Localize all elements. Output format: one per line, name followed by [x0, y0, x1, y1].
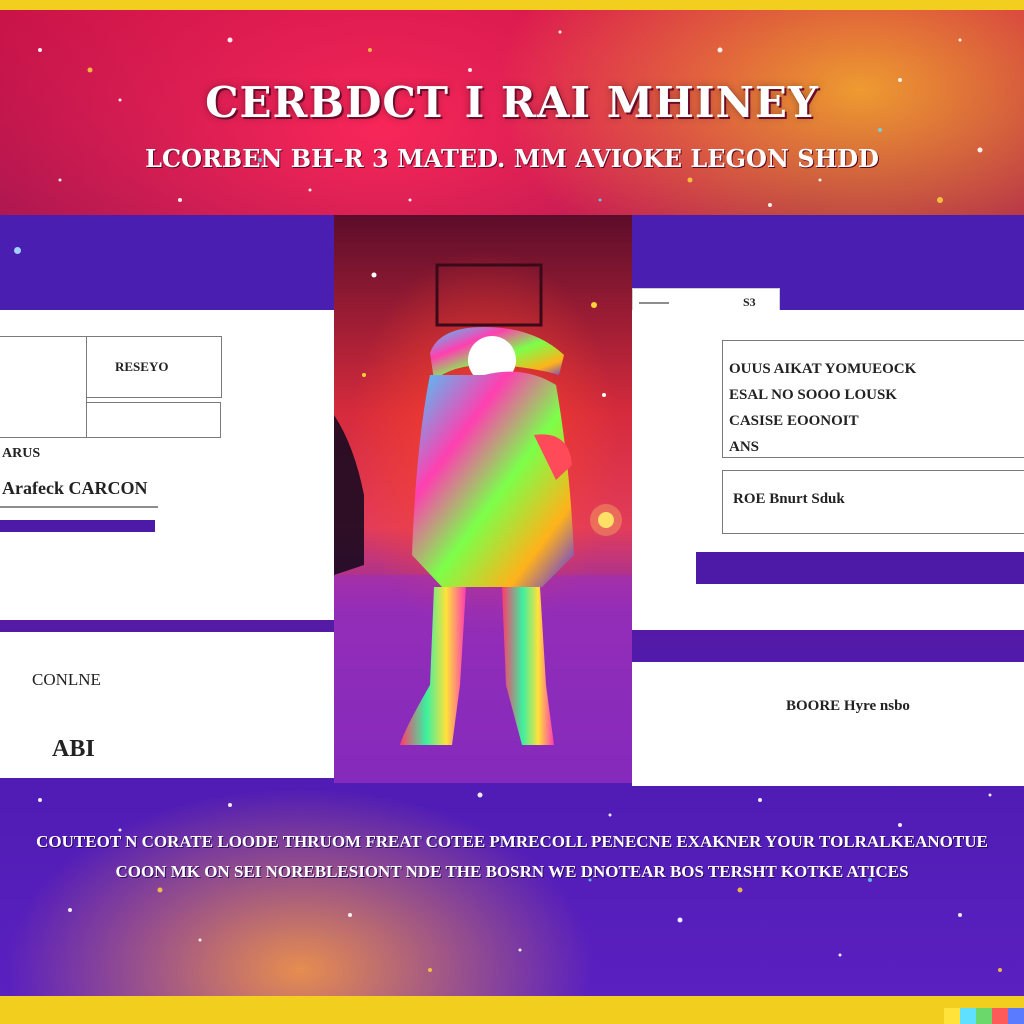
right-info-card: BOORE Hyre nsbo [632, 662, 1024, 786]
caption-bottom: Arafeck CARCON [2, 478, 148, 498]
right-form-card: OUUS AIKAT YOMUEOCK ESAL NO SOOO LOUSK C… [632, 310, 1024, 630]
cosmic-figure-illustration [334, 263, 632, 783]
image-placeholder-field[interactable] [0, 336, 87, 438]
tab-underline [639, 302, 669, 304]
message-textarea[interactable]: OUUS AIKAT YOMUEOCK ESAL NO SOOO LOUSK C… [722, 340, 1024, 458]
status-dot-icon [14, 247, 21, 254]
reseyo-field-label: RESEYO [115, 359, 169, 374]
hero-image [334, 215, 632, 783]
divider [0, 506, 158, 508]
page-frame: CERBDCT I RAI MHINEY LCORBEN BH-R 3 MATE… [0, 10, 1024, 996]
left-form-card: RESEYO ARUS Arafeck CARCON [0, 310, 334, 620]
text-input[interactable]: ROE Bnurt Sduk [722, 470, 1024, 534]
message-line-1: OUUS AIKAT YOMUEOCK [729, 361, 917, 377]
submit-button[interactable] [696, 552, 1024, 584]
page-subtitle: LCORBEN BH-R 3 MATED. MM AVIOKE LEGON SH… [145, 144, 879, 173]
reseyo-field[interactable]: RESEYO [86, 336, 222, 398]
secondary-field[interactable] [86, 402, 221, 438]
message-line-4: ANS [729, 439, 760, 455]
footer-text-line-2: COON MK ON SEI NOREBLESIONT NDE THE BOSR… [115, 862, 909, 881]
right-info-label: BOORE Hyre nsbo [786, 698, 910, 714]
left-info-label: CONLNE [32, 670, 101, 689]
caption-top: ARUS [2, 446, 41, 461]
left-info-card: CONLNE ABI [0, 632, 334, 778]
text-input-value: ROE Bnurt Sduk [733, 491, 845, 507]
left-info-value: ABI [52, 736, 95, 762]
tab-label: S3 [743, 295, 756, 309]
progress-bar [0, 520, 155, 532]
bottom-frame [0, 996, 1024, 1024]
message-line-2: ESAL NO SOOO LOUSK [729, 387, 897, 403]
color-swatches-icon [944, 1008, 1024, 1024]
left-header-band [0, 215, 334, 315]
message-line-3: CASISE EOONOIT [729, 413, 859, 429]
page-title: CERBDCT I RAI MHINEY [205, 78, 819, 127]
footer-text-line-1: COUTEOT N CORATE LOODE THRUOM FREAT COTE… [36, 832, 988, 851]
